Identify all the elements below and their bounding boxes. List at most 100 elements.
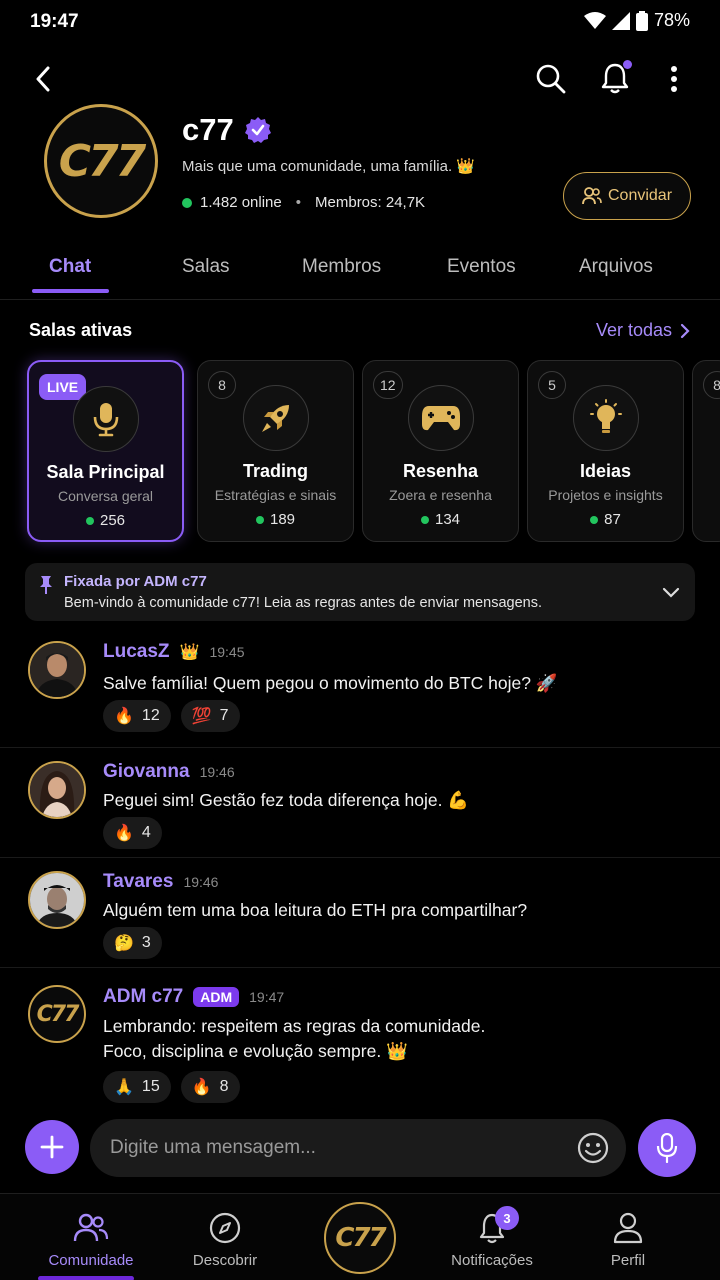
wifi-icon <box>583 11 606 29</box>
emoji-button[interactable] <box>575 1130 611 1166</box>
room-online: 87 <box>528 511 683 528</box>
room-card-trading[interactable]: 8 Trading Estratégias e sinais 189 <box>197 360 354 542</box>
message-time: 19:47 <box>249 989 285 1005</box>
search-button[interactable] <box>532 60 570 98</box>
community-logo: C77 <box>44 104 158 218</box>
hundred-emoji-icon: 💯 <box>191 708 212 725</box>
reaction-chip[interactable]: 🙏 15 <box>103 1071 171 1103</box>
thinking-emoji-icon: 🤔 <box>114 935 134 952</box>
verified-icon <box>244 117 271 143</box>
notifications-button[interactable] <box>596 58 634 98</box>
attach-button[interactable] <box>25 1120 79 1174</box>
status-icons: 78% <box>583 10 690 31</box>
compass-icon <box>209 1212 241 1244</box>
tab-eventos[interactable]: Eventos <box>447 256 516 278</box>
reaction-chip[interactable]: 💯 7 <box>180 700 240 732</box>
reaction-count: 7 <box>219 707 229 724</box>
rooms-section-title: Salas ativas <box>29 320 133 340</box>
gamepad-icon <box>421 406 460 431</box>
reaction-chip[interactable]: 🔥 12 <box>103 700 171 732</box>
nav-notificacoes[interactable]: 3 Notificações <box>437 1206 547 1269</box>
invite-button[interactable]: Convidar <box>563 172 691 220</box>
tab-bar: Chat Salas Membros Eventos Arquivos <box>0 240 720 300</box>
room-icon-circle <box>407 385 474 451</box>
room-online: 256 <box>29 512 182 529</box>
pin-icon <box>40 576 52 594</box>
room-name: Resenha <box>402 461 479 481</box>
message-header: ADM c77 ADM 19:47 <box>103 986 284 1008</box>
voice-message-button[interactable] <box>638 1119 696 1177</box>
room-name: Sala Principal <box>46 462 165 482</box>
pray-emoji-icon: 🙏 <box>114 1079 134 1096</box>
reaction-chip[interactable]: 🔥 8 <box>180 1071 240 1103</box>
profile-icon <box>613 1212 643 1244</box>
fire-emoji-icon: 🔥 <box>191 1079 212 1096</box>
community-logo-text: C77 <box>58 135 147 187</box>
message-text: Peguei sim! Gestão fez toda diferença ho… <box>103 790 470 810</box>
community-name-row: c77 <box>182 112 272 148</box>
room-subtitle: Projetos e insights <box>548 487 663 503</box>
status-time: 19:47 <box>30 11 79 32</box>
tab-salas[interactable]: Salas <box>182 256 230 278</box>
avatar-logo-text: C77 <box>36 1001 80 1027</box>
smiley-icon <box>577 1132 609 1164</box>
members-count: Membros: 24,7K <box>315 194 426 211</box>
back-button[interactable] <box>26 60 60 98</box>
reaction-count: 12 <box>141 707 160 724</box>
message-item: C77 ADM c77 ADM 19:47 Lembrando: respeit… <box>0 968 720 1110</box>
see-all-rooms-link[interactable]: Ver todas <box>596 320 690 341</box>
reactions: 🙏 15 🔥 8 <box>103 1071 240 1103</box>
nav-label: Perfil <box>610 1252 646 1269</box>
message-input[interactable] <box>90 1119 626 1177</box>
crown-icon: 👑 <box>179 644 200 661</box>
message-username[interactable]: Giovanna <box>103 761 190 783</box>
pinned-message[interactable]: Fixada por ADM c77 Bem-vindo à comunidad… <box>25 563 695 621</box>
nav-label: Notificações <box>451 1252 533 1269</box>
avatar[interactable] <box>28 871 86 929</box>
online-dot <box>182 197 192 208</box>
reaction-chip[interactable]: 🤔 3 <box>103 927 162 959</box>
online-dot <box>255 515 264 524</box>
rocket-icon <box>261 405 289 432</box>
room-card-ideias[interactable]: 5 Ideias Projetos e insights 87 <box>527 360 684 542</box>
reactions: 🔥 12 💯 7 <box>103 700 240 732</box>
avatar[interactable]: C77 <box>28 985 86 1043</box>
plus-icon <box>40 1135 64 1159</box>
nav-comunidade[interactable]: Comunidade <box>36 1210 146 1269</box>
tab-chat[interactable]: Chat <box>49 256 91 278</box>
message-username[interactable]: Tavares <box>103 871 173 893</box>
avatar[interactable] <box>28 641 86 699</box>
room-online-count: 134 <box>434 511 461 528</box>
room-card-partial[interactable]: 8 <box>692 360 720 542</box>
room-subtitle: Conversa geral <box>58 488 153 504</box>
reaction-count: 8 <box>219 1078 229 1095</box>
community-stats: 1.482 online • Membros: 24,7K <box>182 194 425 211</box>
message-username[interactable]: ADM c77 <box>103 986 183 1008</box>
reactions: 🔥 4 <box>103 817 162 849</box>
tab-membros[interactable]: Membros <box>302 256 381 278</box>
avatar[interactable] <box>28 761 86 819</box>
lightbulb-icon <box>589 399 622 433</box>
see-all-label: Ver todas <box>595 320 672 340</box>
live-badge: LIVE <box>39 374 87 400</box>
tab-arquivos[interactable]: Arquivos <box>579 256 653 278</box>
message-header: Giovanna 19:46 <box>103 761 235 783</box>
reaction-chip[interactable]: 🔥 4 <box>103 817 162 849</box>
message-text-line-1: Lembrando: respeitem as regras da comuni… <box>103 1016 486 1036</box>
room-subtitle: Estratégias e sinais <box>214 487 337 503</box>
message-username[interactable]: LucasZ <box>103 641 170 663</box>
chevron-right-icon <box>680 323 690 338</box>
room-card-resenha[interactable]: 12 Resenha Zoera e resenha 134 <box>362 360 519 542</box>
nav-perfil[interactable]: Perfil <box>573 1210 683 1269</box>
back-arrow-icon <box>36 66 50 92</box>
room-card-sala-principal[interactable]: LIVE Sala Principal Conversa geral 256 <box>27 360 184 542</box>
reaction-count: 15 <box>141 1078 160 1095</box>
nav-home-logo[interactable]: C77 <box>324 1202 396 1274</box>
chevron-down-icon[interactable] <box>662 587 680 598</box>
nav-descobrir[interactable]: Descobrir <box>170 1210 280 1269</box>
more-vertical-icon <box>671 66 677 92</box>
more-options-button[interactable] <box>660 60 688 98</box>
room-icon-circle <box>242 385 309 451</box>
reactions: 🤔 3 <box>103 927 162 959</box>
fire-emoji-icon: 🔥 <box>114 708 134 725</box>
